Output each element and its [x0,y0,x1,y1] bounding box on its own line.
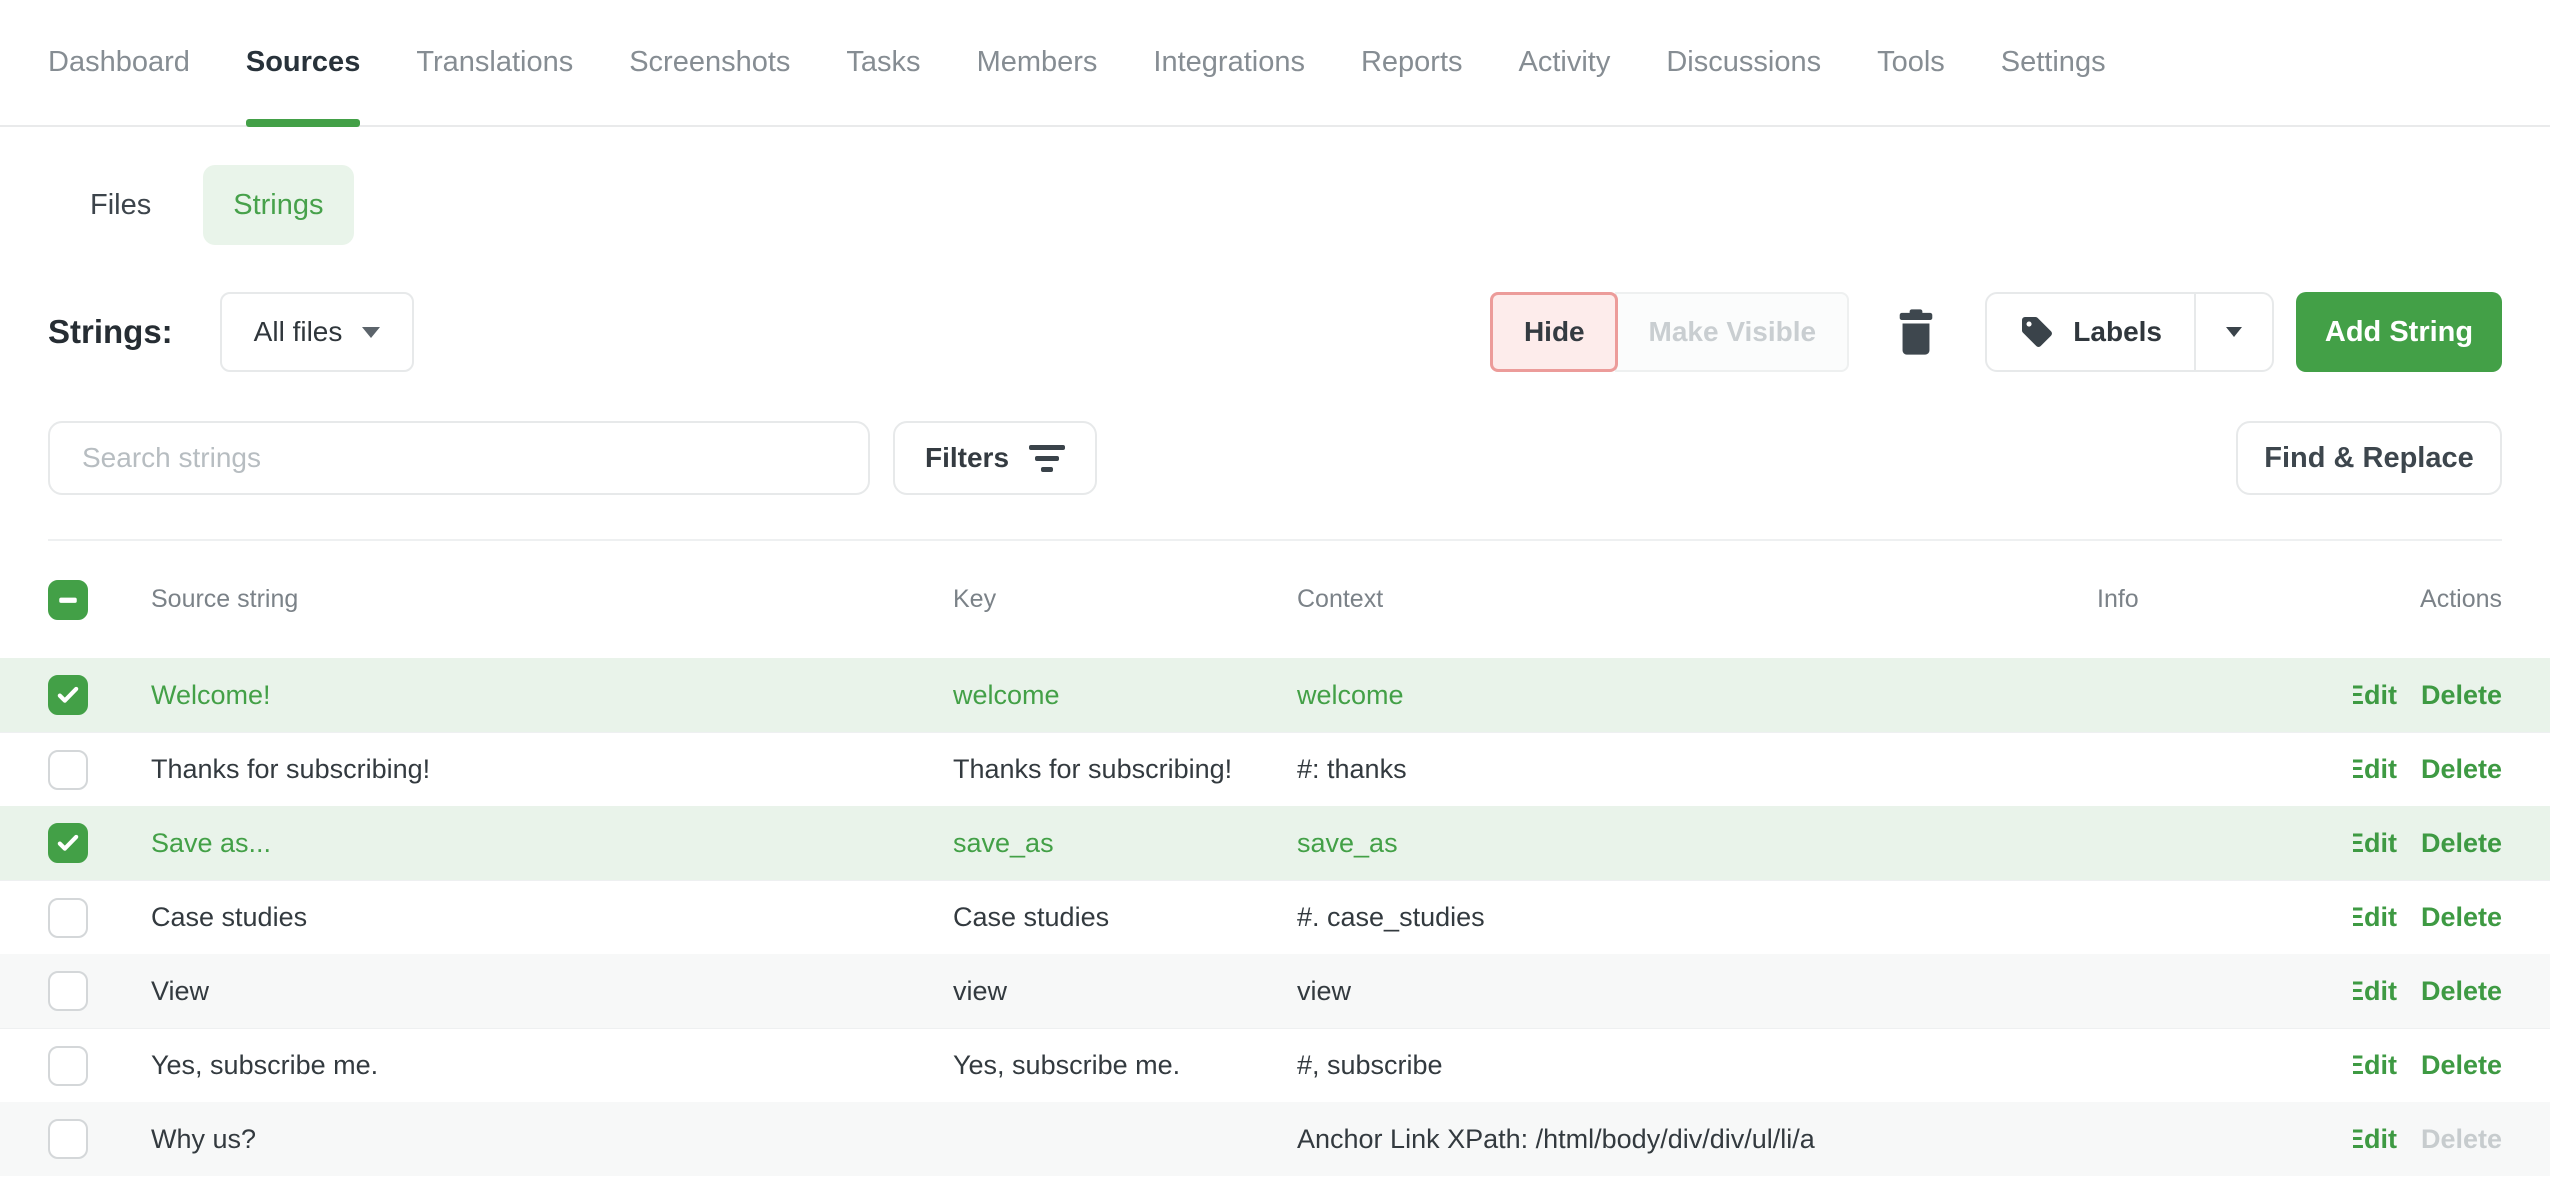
edit-link[interactable]: Edit [2353,828,2397,859]
header-actions: Actions [2353,585,2550,614]
search-input[interactable] [48,421,870,495]
header-info: Info [2097,585,2353,614]
strings-page: Dashboard Sources Translations Screensho… [0,0,2550,1187]
table-row: Case studies Case studies #. case_studie… [0,880,2550,954]
context-cell: Anchor Link XPath: /html/body/div/div/ul… [1297,1124,2097,1155]
edit-link[interactable]: Edit [2353,754,2397,785]
nav-item-dashboard[interactable]: Dashboard [48,0,190,125]
filter-icon [1029,445,1065,472]
top-navigation: Dashboard Sources Translations Screensho… [0,0,2550,127]
delete-link[interactable]: Delete [2421,754,2502,785]
edit-link[interactable]: Edit [2353,680,2397,711]
chevron-down-icon [362,327,380,338]
key-cell: view [953,976,1297,1007]
header-context: Context [1297,585,2097,614]
key-cell: Yes, subscribe me. [953,1050,1297,1081]
search-row: Filters Find & Replace [48,421,2502,495]
add-string-button[interactable]: Add String [2296,292,2502,372]
table-row: Why us? Anchor Link XPath: /html/body/di… [0,1102,2550,1176]
key-cell: save_as [953,828,1297,859]
context-cell: #: thanks [1297,754,2097,785]
indeterminate-icon [54,586,82,614]
trash-icon [1899,309,1933,355]
nav-item-tasks[interactable]: Tasks [846,0,920,125]
check-icon [54,681,82,709]
delete-link[interactable]: Delete [2421,1050,2502,1081]
source-string-cell[interactable]: Thanks for subscribing! [151,754,953,785]
table-header-row: Source string Key Context Info Actions [0,541,2550,658]
source-string-cell[interactable]: Welcome! [151,680,953,711]
context-cell: #, subscribe [1297,1050,2097,1081]
filters-button-label: Filters [925,442,1009,474]
edit-link[interactable]: Edit [2353,976,2397,1007]
nav-item-settings[interactable]: Settings [2001,0,2106,125]
table-row: Thanks for subscribing! Thanks for subsc… [0,732,2550,806]
context-cell: welcome [1297,680,2097,711]
select-all-checkbox[interactable] [48,580,88,620]
context-cell: #. case_studies [1297,902,2097,933]
source-string-cell[interactable]: Why us? [151,1124,953,1155]
file-filter-value: All files [254,316,343,348]
row-checkbox[interactable] [48,675,88,715]
nav-item-sources[interactable]: Sources [246,0,360,125]
key-cell: Case studies [953,902,1297,933]
strings-table: Source string Key Context Info Actions W… [0,541,2550,1176]
check-icon [54,829,82,857]
nav-item-tools[interactable]: Tools [1877,0,1945,125]
nav-item-integrations[interactable]: Integrations [1153,0,1305,125]
row-checkbox[interactable] [48,750,88,790]
delete-link[interactable]: Delete [2421,680,2502,711]
edit-link[interactable]: Edit [2353,1124,2397,1155]
file-filter-dropdown[interactable]: All files [220,292,415,372]
delete-link[interactable]: Delete [2421,902,2502,933]
row-checkbox[interactable] [48,1119,88,1159]
edit-link[interactable]: Edit [2353,1050,2397,1081]
row-checkbox[interactable] [48,971,88,1011]
header-source-string: Source string [151,585,953,614]
nav-item-activity[interactable]: Activity [1519,0,1611,125]
nav-item-discussions[interactable]: Discussions [1666,0,1821,125]
labels-split-button: Labels [1985,292,2274,372]
row-checkbox[interactable] [48,898,88,938]
toolbar-actions: Hide Make Visible Labels [1490,292,2502,372]
delete-link[interactable]: Delete [2421,828,2502,859]
find-replace-button[interactable]: Find & Replace [2236,421,2502,495]
filters-button[interactable]: Filters [893,421,1097,495]
key-cell: welcome [953,680,1297,711]
header-key: Key [953,585,1297,614]
row-checkbox[interactable] [48,1046,88,1086]
labels-button-label: Labels [2073,316,2162,348]
edit-link[interactable]: Edit [2353,902,2397,933]
nav-item-members[interactable]: Members [977,0,1098,125]
delete-link-disabled: Delete [2421,1124,2502,1155]
nav-item-reports[interactable]: Reports [1361,0,1463,125]
hide-button[interactable]: Hide [1490,292,1618,372]
nav-item-translations[interactable]: Translations [416,0,573,125]
context-cell: view [1297,976,2097,1007]
source-string-cell[interactable]: Save as... [151,828,953,859]
page-title: Strings: [48,313,173,351]
table-row: Yes, subscribe me. Yes, subscribe me. #,… [0,1028,2550,1102]
source-string-cell[interactable]: Yes, subscribe me. [151,1050,953,1081]
make-visible-button[interactable]: Make Visible [1615,292,1849,372]
tab-strings[interactable]: Strings [203,165,353,245]
tag-icon [2019,314,2055,350]
source-string-cell[interactable]: View [151,976,953,1007]
delete-link[interactable]: Delete [2421,976,2502,1007]
subtabs: Files Strings [48,165,2502,245]
row-checkbox[interactable] [48,823,88,863]
table-row: View view view Edit Delete [0,954,2550,1028]
labels-dropdown-toggle[interactable] [2194,294,2272,370]
nav-item-screenshots[interactable]: Screenshots [629,0,790,125]
chevron-down-icon [2226,327,2242,337]
labels-button[interactable]: Labels [1987,294,2194,370]
delete-selected-button[interactable] [1899,309,1933,355]
table-row: Welcome! welcome welcome Edit Delete [0,658,2550,732]
context-cell: save_as [1297,828,2097,859]
source-string-cell[interactable]: Case studies [151,902,953,933]
key-cell: Thanks for subscribing! [953,754,1297,785]
strings-toolbar: Strings: All files Hide Make Visible [48,291,2502,373]
table-row: Save as... save_as save_as Edit Delete [0,806,2550,880]
tab-files[interactable]: Files [90,189,151,222]
